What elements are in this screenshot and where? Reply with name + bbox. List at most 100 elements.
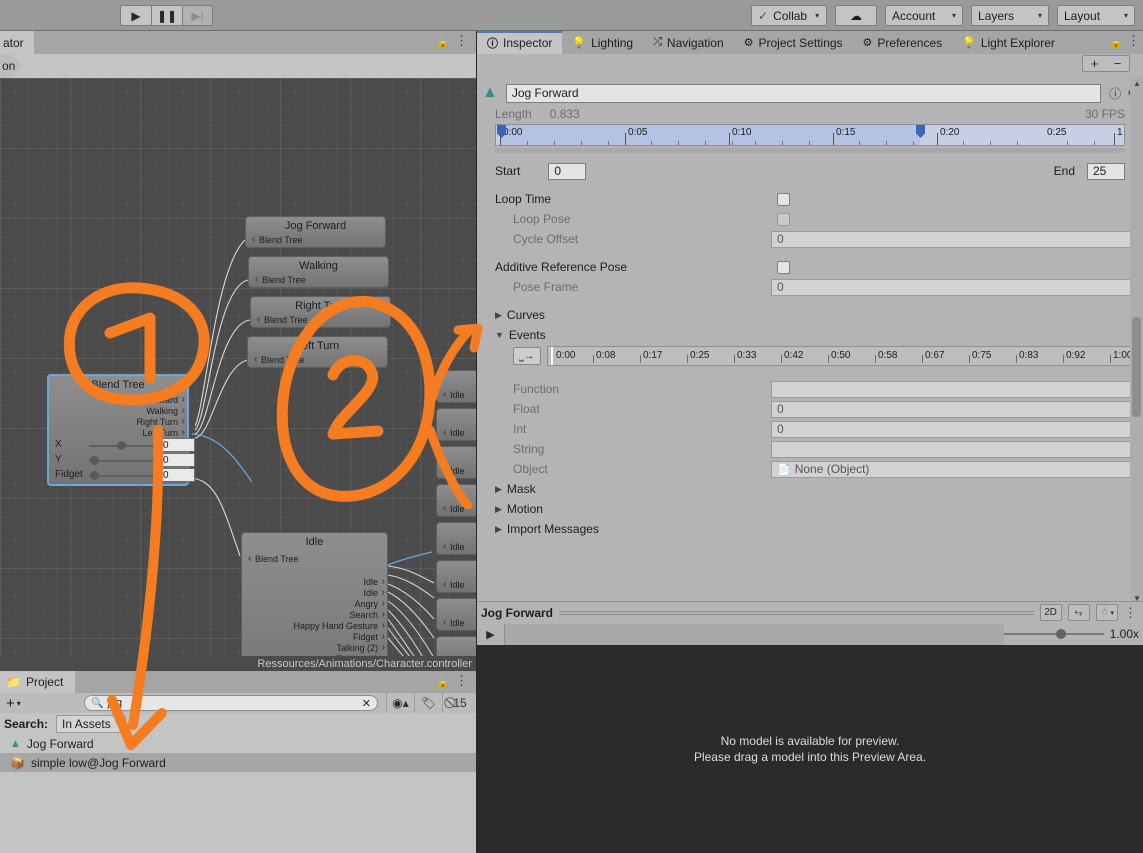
end-field[interactable]: 25 — [1087, 162, 1125, 180]
node-output-port[interactable]: Idle — [363, 576, 384, 587]
preview-scrubber[interactable] — [505, 623, 1004, 645]
filter-by-label-icon[interactable]: 🏷 — [414, 693, 442, 713]
tab-light-explorer[interactable]: 💡 Light Explorer — [952, 31, 1065, 54]
string-field[interactable] — [771, 440, 1143, 458]
preview-area[interactable]: No model is available for preview. Pleas… — [477, 645, 1143, 853]
pose-frame-field[interactable]: 0 — [771, 278, 1143, 296]
node-output-port[interactable]: Right Turn — [136, 416, 184, 427]
node-input-port[interactable]: Idle — [443, 617, 464, 628]
create-asset-button[interactable]: + ▾ — [6, 695, 21, 712]
events-playhead[interactable] — [551, 347, 553, 365]
account-button[interactable]: Account ▾ — [885, 5, 963, 26]
mask-foldout[interactable]: ▶ Mask — [495, 479, 1125, 499]
node-output-port[interactable]: Left Turn — [142, 427, 184, 438]
cycle-offset-field[interactable]: 0 — [771, 230, 1143, 248]
tab-project[interactable]: 📁 Project — [0, 671, 76, 693]
state-node-clipped[interactable]: Idle — [436, 522, 476, 555]
state-node-clipped[interactable]: Idle — [436, 484, 476, 517]
state-node-clipped[interactable]: Idle — [436, 408, 476, 441]
zoom-out-button[interactable]: − — [1114, 56, 1122, 71]
node-input-port[interactable]: Idle — [443, 465, 464, 476]
speed-slider-track[interactable] — [1003, 629, 1104, 639]
node-input-port[interactable]: Idle — [443, 503, 464, 514]
node-input-port[interactable]: Idle — [443, 389, 464, 400]
tab-project-settings[interactable]: ⚙ Project Settings — [734, 31, 853, 54]
node-input-port[interactable]: Blend Tree — [252, 234, 302, 245]
filter-by-type-icon[interactable]: ◉▴ — [386, 693, 414, 713]
motion-foldout[interactable]: ▶ Motion — [495, 499, 1125, 519]
tab-lighting[interactable]: 💡 Lighting — [562, 31, 643, 54]
import-messages-foldout[interactable]: ▶ Import Messages — [495, 519, 1125, 539]
blend-param-x[interactable]: X 0 — [49, 438, 195, 453]
function-field[interactable] — [771, 380, 1143, 398]
avatar-icon[interactable]: ☃ ▾ — [1095, 604, 1118, 621]
project-empty-area[interactable] — [0, 774, 476, 853]
blend-tree-node[interactable]: Blend Tree Jog Forward Walking Right Tur… — [47, 374, 195, 486]
loop-time-checkbox[interactable] — [777, 192, 790, 206]
slider-knob[interactable] — [90, 456, 99, 465]
asset-name-field[interactable]: Jog Forward — [505, 83, 1102, 103]
slider-knob[interactable] — [117, 441, 126, 450]
zoom-in-button[interactable]: + — [1091, 56, 1099, 71]
loop-pose-checkbox[interactable] — [777, 212, 790, 226]
breadcrumb-item[interactable]: on — [0, 54, 22, 78]
tab-preferences[interactable]: ⚙ Preferences — [853, 31, 953, 54]
close-icon[interactable]: ✕ — [362, 697, 371, 710]
float-field[interactable]: 0 — [771, 400, 1143, 418]
node-input-port[interactable]: Blend Tree — [254, 354, 304, 365]
node-input-port[interactable]: Blend Tree — [248, 553, 298, 564]
state-node-clipped[interactable]: Idle — [436, 560, 476, 593]
help-icon[interactable]: ⓘ — [1109, 85, 1121, 102]
layers-button[interactable]: Layers ▾ — [971, 5, 1049, 26]
pivot-icon[interactable]: ⥆ — [1067, 604, 1090, 621]
node-output-port[interactable]: Happy Hand Gesture — [293, 620, 384, 631]
step-icon[interactable]: ▶| — [182, 5, 213, 26]
search-input[interactable]: 🔍 jog ✕ — [84, 695, 378, 711]
additive-checkbox[interactable] — [777, 260, 790, 274]
node-input-port[interactable]: Blend Tree — [255, 274, 305, 285]
collab-button[interactable]: ✓ Collab ▾ — [751, 5, 827, 26]
clip-timeline-ruler[interactable]: 0:00 0:05 0:10 0:15 0:20 0:25 1 — [495, 124, 1125, 146]
lock-icon[interactable]: 🔒 — [1109, 36, 1123, 49]
object-field[interactable]: 📄 None (Object) ◎ — [771, 460, 1143, 478]
node-output-port[interactable]: Idle — [363, 587, 384, 598]
state-node-clipped[interactable]: Idle — [436, 446, 476, 479]
param-value[interactable]: 0 — [159, 468, 195, 482]
node-output-port[interactable]: Fidget — [353, 631, 385, 642]
add-event-icon[interactable]: ⎵→ — [513, 347, 541, 365]
state-node-left-turn[interactable]: Left Turn Blend Tree — [247, 336, 388, 368]
state-node-clipped[interactable]: Idle — [436, 598, 476, 631]
node-input-port[interactable]: Blend Tree — [257, 314, 307, 325]
kebab-menu-icon[interactable]: ⋮ — [455, 674, 468, 687]
layout-button[interactable]: Layout ▾ — [1057, 5, 1135, 26]
blend-param-fidget[interactable]: Fidget 0 — [49, 468, 195, 483]
kebab-menu-icon[interactable]: ⋮ — [1127, 34, 1140, 47]
node-input-port[interactable]: Idle — [443, 579, 464, 590]
scroll-up-icon[interactable]: ▲ — [1133, 79, 1141, 88]
int-field[interactable]: 0 — [771, 420, 1143, 438]
node-output-port[interactable]: Talking (2) — [336, 642, 384, 653]
list-item[interactable]: 📦 simple low@Jog Forward — [0, 753, 476, 772]
state-node-clipped[interactable]: Idle — [436, 370, 476, 403]
node-input-port[interactable]: Idle — [443, 541, 464, 552]
param-value[interactable]: 0 — [159, 438, 195, 452]
state-node-clipped[interactable]: Idle — [436, 636, 476, 656]
hidden-assets-toggle[interactable]: ⃠ 15 — [442, 693, 476, 713]
curves-foldout[interactable]: ▶ Curves — [495, 305, 1125, 325]
lock-icon[interactable]: 🔒 — [436, 36, 450, 49]
state-node-right-turn[interactable]: Right Turn Blend Tree — [250, 296, 391, 328]
slider-knob[interactable] — [90, 471, 99, 480]
idle-blend-tree-node[interactable]: Idle Blend Tree Idle Idle Angry Search H… — [241, 532, 388, 656]
tab-animator[interactable]: ator — [0, 31, 34, 54]
state-node-walking[interactable]: Walking Blend Tree — [248, 256, 389, 288]
speed-slider-knob[interactable] — [1055, 629, 1066, 639]
list-item[interactable]: ▲ Jog Forward — [0, 734, 476, 753]
timeline-horizontal-scrollbar[interactable] — [495, 148, 1125, 153]
play-icon[interactable]: ▶ — [120, 5, 151, 26]
node-output-port[interactable]: Jog Forward — [128, 394, 185, 405]
node-input-port[interactable]: Idle — [443, 427, 464, 438]
tab-navigation[interactable]: ⤮ Navigation — [643, 31, 734, 54]
animator-graph-canvas[interactable]: Jog Forward Blend Tree Walking Blend Tre… — [0, 78, 476, 656]
preview-play-icon[interactable]: ▶ — [477, 623, 505, 645]
kebab-menu-icon[interactable]: ⋮ — [455, 34, 468, 47]
